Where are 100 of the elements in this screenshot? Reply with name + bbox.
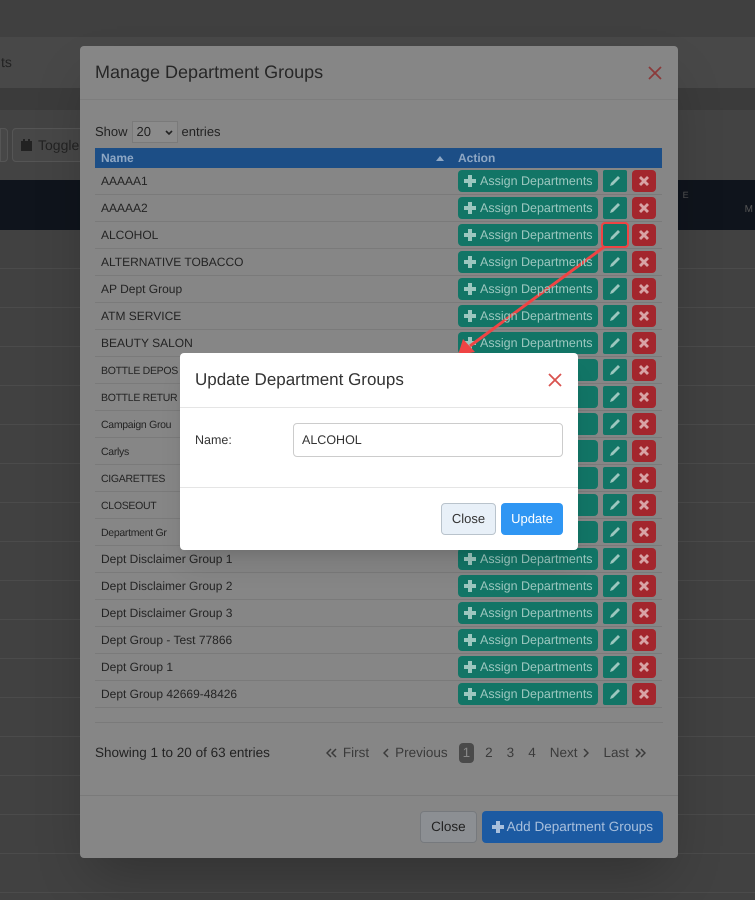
edit-button[interactable] <box>601 600 629 626</box>
page-link[interactable]: First <box>318 743 376 763</box>
edit-button[interactable] <box>601 276 629 302</box>
table-cell: ALCOHOL <box>101 228 158 242</box>
name-field[interactable]: ALCOHOL <box>293 423 563 457</box>
close-button[interactable]: Close <box>440 503 496 535</box>
delete-button[interactable] <box>632 197 656 219</box>
delete-icon <box>639 419 649 429</box>
delete-button[interactable] <box>632 278 656 300</box>
plus-icon <box>464 229 476 241</box>
plus-icon <box>464 310 476 322</box>
double-chevron-right-icon <box>635 748 646 758</box>
pencil-icon <box>609 310 621 322</box>
delete-button[interactable] <box>632 224 656 246</box>
delete-button[interactable] <box>632 332 656 354</box>
header-label: M <box>744 203 753 217</box>
column-header[interactable]: Name <box>101 149 134 167</box>
delete-button[interactable] <box>632 467 656 489</box>
edit-button[interactable] <box>601 303 629 329</box>
delete-button[interactable] <box>632 386 656 408</box>
plus-icon <box>464 634 476 646</box>
plus-icon <box>464 661 476 673</box>
edit-button[interactable] <box>601 681 629 707</box>
plus-icon <box>492 821 504 833</box>
delete-button[interactable] <box>632 656 656 678</box>
edit-button[interactable] <box>601 465 629 491</box>
page-link[interactable]: Last <box>596 743 653 763</box>
assign-departments-button[interactable]: Assign Departments <box>458 683 598 705</box>
assign-departments-button[interactable]: Assign Departments <box>458 629 598 651</box>
table-cell: Campaign Grou <box>101 419 172 431</box>
table-cell: ATM SERVICE <box>101 309 182 323</box>
edit-button[interactable] <box>601 492 629 518</box>
edit-button[interactable] <box>601 411 629 437</box>
edit-button[interactable] <box>601 222 629 248</box>
assign-departments-button[interactable]: Assign Departments <box>458 224 598 246</box>
delete-button[interactable] <box>632 683 656 705</box>
close-button[interactable] <box>547 372 563 388</box>
edit-button[interactable] <box>601 357 629 383</box>
edit-button[interactable] <box>601 330 629 356</box>
table-cell: BOTTLE RETUR <box>101 392 178 404</box>
delete-button[interactable] <box>632 170 656 192</box>
pencil-icon <box>609 364 621 376</box>
delete-icon <box>639 608 649 618</box>
delete-icon <box>639 284 649 294</box>
delete-icon <box>639 689 649 699</box>
edit-button[interactable] <box>601 168 629 194</box>
delete-button[interactable] <box>632 413 656 435</box>
delete-button[interactable] <box>632 494 656 516</box>
assign-departments-button[interactable]: Assign Departments <box>458 575 598 597</box>
edit-button[interactable] <box>601 384 629 410</box>
edit-button[interactable] <box>601 546 629 572</box>
delete-button[interactable] <box>632 359 656 381</box>
chevron-right-icon <box>583 748 590 758</box>
assign-departments-button[interactable]: Assign Departments <box>458 656 598 678</box>
edit-button[interactable] <box>601 627 629 653</box>
update-button[interactable]: Update <box>501 503 563 535</box>
delete-button[interactable] <box>632 575 656 597</box>
delete-button[interactable] <box>632 440 656 462</box>
table-cell: Dept Group 1 <box>101 660 174 674</box>
add-department-groups-button[interactable]: Add Department Groups <box>482 811 663 843</box>
page-link[interactable]: 4 <box>521 743 543 763</box>
delete-icon <box>639 365 649 375</box>
edit-button[interactable] <box>601 249 629 275</box>
dialog-title: Manage Department Groups <box>95 61 324 84</box>
delete-button[interactable] <box>632 602 656 624</box>
edit-button[interactable] <box>601 195 629 221</box>
edit-button[interactable] <box>601 438 629 464</box>
assign-departments-button[interactable]: Assign Departments <box>458 197 598 219</box>
delete-icon <box>639 500 649 510</box>
close-button[interactable] <box>647 64 663 80</box>
delete-button[interactable] <box>632 251 656 273</box>
entries-info: Showing 1 to 20 of 63 entries <box>95 744 270 762</box>
column-header[interactable]: Action <box>458 149 496 167</box>
page-link[interactable]: Previous <box>376 743 455 763</box>
page-link[interactable]: 1 <box>458 743 474 763</box>
delete-icon <box>639 635 649 645</box>
edit-button[interactable] <box>601 573 629 599</box>
assign-departments-button[interactable]: Assign Departments <box>458 170 598 192</box>
page-link[interactable]: 3 <box>500 743 522 763</box>
assign-departments-button[interactable]: Assign Departments <box>458 332 598 354</box>
delete-button[interactable] <box>632 548 656 570</box>
delete-button[interactable] <box>632 521 656 543</box>
page-link[interactable]: 2 <box>478 743 500 763</box>
delete-button[interactable] <box>632 629 656 651</box>
pencil-icon <box>609 553 621 565</box>
plus-icon <box>464 202 476 214</box>
pencil-icon <box>609 499 621 511</box>
entries-select[interactable]: 20 <box>132 121 178 143</box>
delete-button[interactable] <box>632 305 656 327</box>
dialog-title: Update Department Groups <box>195 369 404 392</box>
edit-button[interactable] <box>601 519 629 545</box>
close-button[interactable]: Close <box>420 811 477 843</box>
edit-button[interactable] <box>601 654 629 680</box>
plus-icon <box>464 607 476 619</box>
page-link[interactable]: Next <box>542 743 596 763</box>
close-icon <box>648 66 662 80</box>
table-cell: Carlys <box>101 446 129 458</box>
assign-departments-button[interactable]: Assign Departments <box>458 548 598 570</box>
assign-departments-button[interactable]: Assign Departments <box>458 602 598 624</box>
pencil-icon <box>609 391 621 403</box>
